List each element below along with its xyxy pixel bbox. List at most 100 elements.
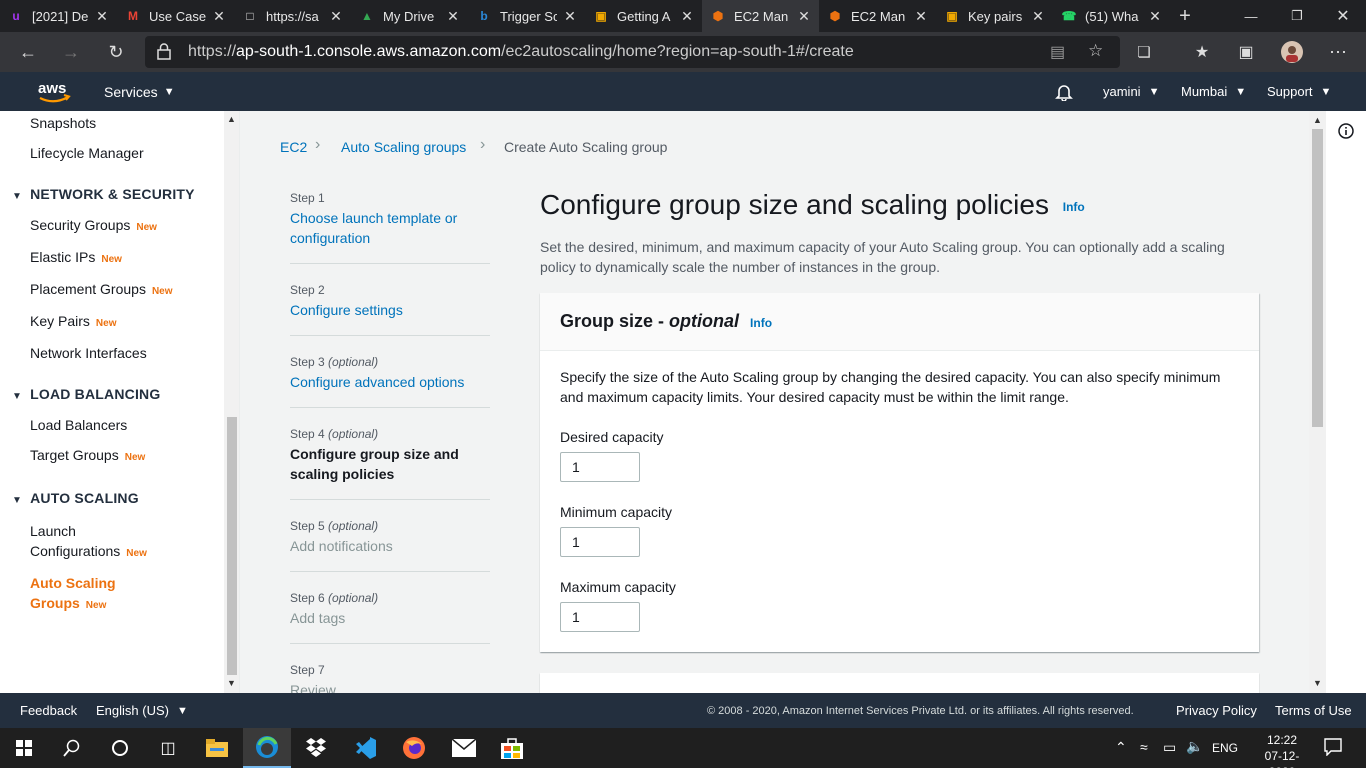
sidebar-item-launch-configurations[interactable]: Launch Configurations New <box>30 521 147 564</box>
language-selector[interactable]: English (US) ▼ <box>96 693 188 728</box>
address-bar[interactable]: https://ap-south-1.console.aws.amazon.co… <box>145 36 1120 68</box>
restore-window-button[interactable]: ❐ <box>1274 0 1320 32</box>
sidebar-section-auto-scaling[interactable]: ▼ AUTO SCALING <box>12 490 139 506</box>
scroll-up-arrow-icon[interactable]: ▲ <box>1313 115 1322 125</box>
help-info-icon[interactable] <box>1338 123 1354 144</box>
lock-icon[interactable] <box>157 43 171 60</box>
close-tab-icon[interactable]: ✕ <box>95 8 109 25</box>
browser-tab[interactable]: ▲ My Drive ✕ <box>351 0 468 32</box>
aws-logo[interactable]: aws <box>37 79 71 105</box>
volume-icon[interactable]: 🔈 <box>1186 738 1203 755</box>
browser-tab[interactable]: ⬢ EC2 Man ✕ <box>819 0 936 32</box>
maximum-capacity-input[interactable]: 1 <box>560 602 640 632</box>
clock[interactable]: 12:22 07-12-2020 <box>1252 732 1312 780</box>
collections-icon[interactable]: ❏ <box>1130 38 1158 66</box>
step-3-link[interactable]: Configure advanced options <box>290 372 480 392</box>
close-window-button[interactable]: ✕ <box>1320 0 1366 32</box>
microsoft-store-icon[interactable] <box>488 728 536 768</box>
battery-icon[interactable]: ▭ <box>1163 739 1176 756</box>
close-tab-icon[interactable]: ✕ <box>212 8 226 25</box>
main-scrollbar[interactable]: ▲ ▼ <box>1309 111 1326 693</box>
windows-start-icon[interactable] <box>0 728 48 768</box>
task-view-icon[interactable]: ◫ <box>144 728 192 768</box>
page-info-link[interactable]: Info <box>1063 200 1085 214</box>
mail-icon[interactable] <box>440 728 488 768</box>
sidebar-item-auto-scaling-groups[interactable]: Auto Scaling Groups New <box>30 573 116 616</box>
sidebar-item-load-balancers[interactable]: Load Balancers <box>30 417 127 433</box>
sidebar-item-elastic-ips[interactable]: Elastic IPs New <box>30 249 122 265</box>
caret-down-icon: ▼ <box>176 704 188 717</box>
step-6-label: Step 6 (optional) <box>290 591 378 605</box>
scroll-up-arrow-icon[interactable]: ▲ <box>227 114 236 124</box>
edge-browser-icon[interactable] <box>243 728 291 768</box>
minimize-window-button[interactable]: — <box>1228 0 1274 32</box>
browser-tab[interactable]: ▣ Getting A ✕ <box>585 0 702 32</box>
sidebar-section-load-balancing[interactable]: ▼ LOAD BALANCING <box>12 386 160 402</box>
browser-tab[interactable]: ▣ Key pairs ✕ <box>936 0 1053 32</box>
close-tab-icon[interactable]: ✕ <box>1031 8 1045 25</box>
notifications-bell-icon[interactable] <box>1055 72 1073 111</box>
breadcrumb-ec2[interactable]: EC2 <box>280 139 307 155</box>
user-menu[interactable]: yamini ▼ <box>1103 72 1159 111</box>
scroll-down-arrow-icon[interactable]: ▼ <box>227 678 236 688</box>
close-tab-icon[interactable]: ✕ <box>563 8 577 25</box>
firefox-icon[interactable] <box>390 728 438 768</box>
group-size-info-link[interactable]: Info <box>750 316 772 330</box>
support-menu[interactable]: Support ▼ <box>1267 72 1331 111</box>
minimum-capacity-input[interactable]: 1 <box>560 527 640 557</box>
collections-button-icon[interactable]: ▣ <box>1232 38 1260 66</box>
desired-capacity-input[interactable]: 1 <box>560 452 640 482</box>
new-tab-button[interactable]: + <box>1170 5 1200 28</box>
vscode-icon[interactable] <box>342 728 390 768</box>
sidebar-item-network-interfaces[interactable]: Network Interfaces <box>30 345 147 361</box>
back-button[interactable]: ← <box>14 38 42 66</box>
sidebar-item-snapshots[interactable]: Snapshots <box>30 115 96 131</box>
breadcrumb-auto-scaling-groups[interactable]: Auto Scaling groups <box>341 139 466 155</box>
close-tab-icon[interactable]: ✕ <box>1148 8 1162 25</box>
browser-tab[interactable]: ⬢ EC2 Man ✕ <box>702 0 819 32</box>
sidebar-item-security-groups[interactable]: Security Groups New <box>30 217 157 233</box>
scroll-down-arrow-icon[interactable]: ▼ <box>1313 678 1322 688</box>
close-tab-icon[interactable]: ✕ <box>446 8 460 25</box>
close-tab-icon[interactable]: ✕ <box>797 8 811 25</box>
terms-of-use-link[interactable]: Terms of Use <box>1275 693 1352 728</box>
services-menu[interactable]: Services ▼ <box>104 72 175 111</box>
close-tab-icon[interactable]: ✕ <box>329 8 343 25</box>
privacy-policy-link[interactable]: Privacy Policy <box>1176 693 1257 728</box>
file-explorer-icon[interactable] <box>193 728 241 768</box>
favorite-star-icon[interactable]: ☆ <box>1088 41 1103 61</box>
step-5-disabled: Add notifications <box>290 538 393 554</box>
search-icon[interactable] <box>48 728 96 768</box>
sidebar-section-network-security[interactable]: ▼ NETWORK & SECURITY <box>12 186 195 202</box>
sidebar-item-placement-groups[interactable]: Placement Groups New <box>30 281 173 297</box>
wifi-icon[interactable]: ≈ <box>1140 739 1148 755</box>
sidebar-item-key-pairs[interactable]: Key Pairs New <box>30 313 116 329</box>
profile-avatar[interactable] <box>1278 38 1306 66</box>
favorites-list-icon[interactable]: ★ <box>1188 38 1216 66</box>
input-language[interactable]: ENG <box>1212 741 1238 755</box>
reader-mode-icon[interactable]: ▤ <box>1050 42 1065 62</box>
browser-tab[interactable]: M Use Case ✕ <box>117 0 234 32</box>
sidebar-scrollbar-thumb[interactable] <box>227 417 237 675</box>
show-hidden-icons-chevron-icon[interactable]: ⌃ <box>1115 739 1127 756</box>
sidebar-item-target-groups[interactable]: Target Groups New <box>30 447 145 463</box>
dropbox-icon[interactable] <box>292 728 340 768</box>
more-menu-icon[interactable]: ⋯ <box>1324 38 1352 66</box>
sidebar-scrollbar[interactable]: ▲ ▼ <box>224 111 239 693</box>
cortana-icon[interactable] <box>96 728 144 768</box>
sidebar-item-lifecycle-manager[interactable]: Lifecycle Manager <box>30 145 144 161</box>
reload-button[interactable]: ↻ <box>102 38 130 66</box>
feedback-button[interactable]: Feedback <box>20 693 77 728</box>
step-2-link[interactable]: Configure settings <box>290 300 480 320</box>
browser-tab[interactable]: □ https://sa ✕ <box>234 0 351 32</box>
notification-center-icon[interactable] <box>1324 738 1342 761</box>
browser-tab[interactable]: u [2021] De ✕ <box>0 0 117 32</box>
close-tab-icon[interactable]: ✕ <box>914 8 928 25</box>
close-tab-icon[interactable]: ✕ <box>680 8 694 25</box>
tab-title: EC2 Man <box>851 8 906 24</box>
browser-tab[interactable]: ☎ (51) Wha ✕ <box>1053 0 1170 32</box>
region-menu[interactable]: Mumbai ▼ <box>1181 72 1246 111</box>
browser-tab[interactable]: b Trigger Sc ✕ <box>468 0 585 32</box>
main-scrollbar-thumb[interactable] <box>1312 129 1323 427</box>
step-1-link[interactable]: Choose launch template or configuration <box>290 208 480 248</box>
